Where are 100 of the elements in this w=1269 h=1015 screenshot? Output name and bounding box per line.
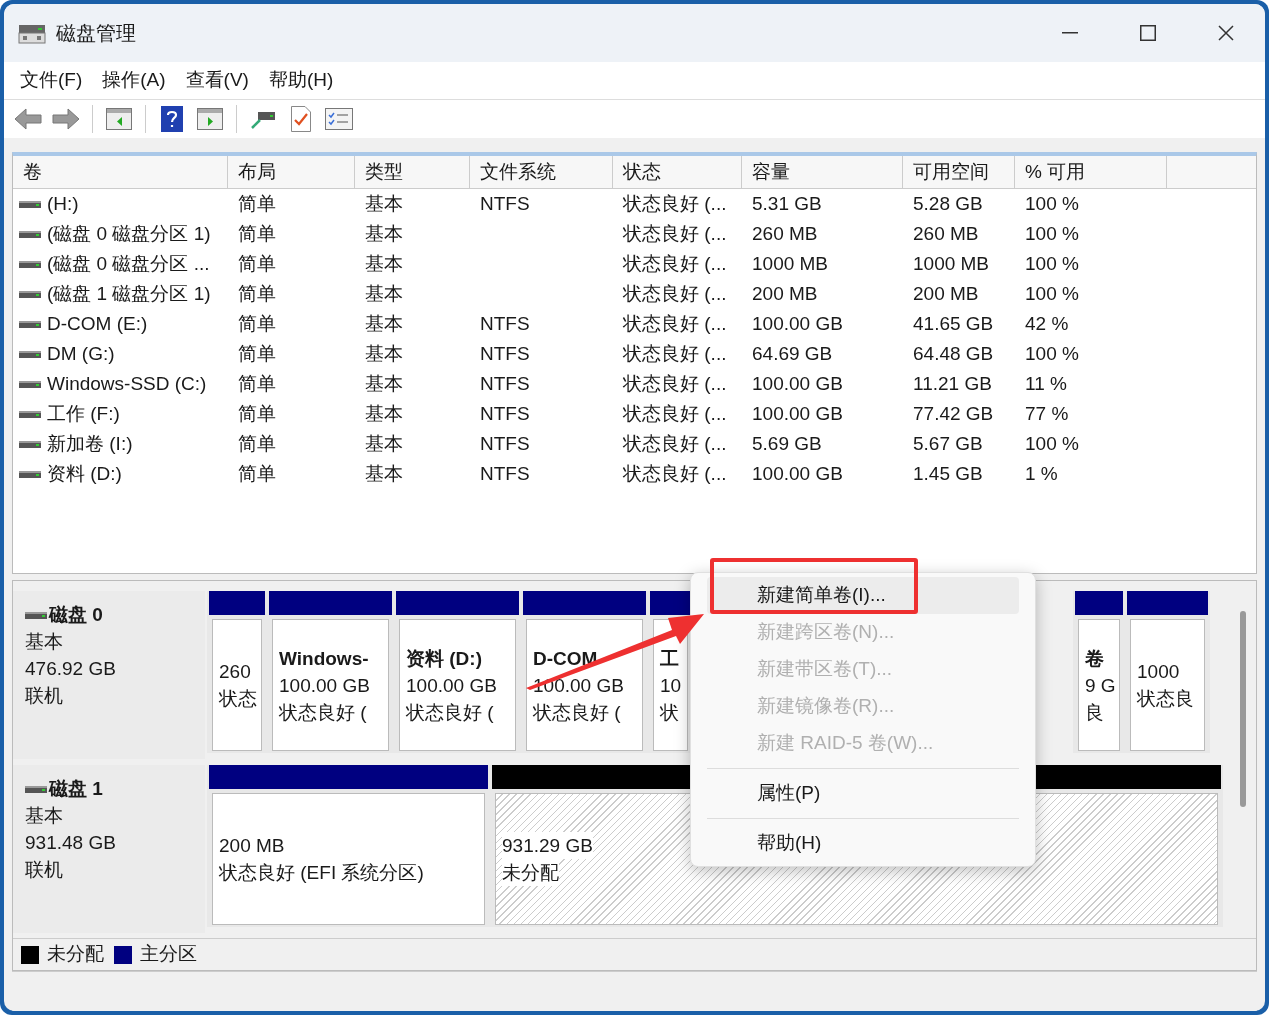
table-cell-text: 基本 (365, 401, 403, 426)
table-cell-text: 5.67 GB (913, 431, 983, 456)
partition-size: 100.00 GB (279, 673, 370, 698)
table-cell-text: 简单 (238, 461, 276, 486)
table-cell-text: 基本 (365, 281, 403, 306)
partition-name: 卷 (1085, 646, 1104, 671)
table-cell-text: (磁盘 1 磁盘分区 1) (47, 281, 211, 306)
table-cell-text: 100.00 GB (752, 311, 843, 336)
table-cell-text: 100 % (1025, 341, 1079, 366)
partition-name: 工 (660, 646, 679, 671)
table-cell-text: 状态良好 (... (623, 341, 727, 366)
table-cell-text: 资料 (D:) (47, 461, 122, 486)
table-cell-text: 5.31 GB (752, 191, 822, 216)
table-cell-text: 简单 (238, 341, 276, 366)
table-cell-text: NTFS (480, 401, 530, 426)
table-cell-text: 简单 (238, 221, 276, 246)
table-cell-text: 简单 (238, 281, 276, 306)
table-cell-text: 状态良好 (... (623, 461, 727, 486)
partition-size: 260 (219, 660, 251, 684)
table-cell-text: DM (G:) (47, 341, 115, 366)
partition-status: 状 (660, 700, 679, 725)
disk-name: 磁盘 1 (49, 777, 103, 801)
table-cell-text: D-COM (E:) (47, 311, 148, 336)
table-cell-text: 基本 (365, 461, 403, 486)
partition-size: 931.29 GB (502, 832, 593, 859)
partition-name: D-COM (533, 646, 598, 671)
table-cell-text: 64.48 GB (913, 341, 994, 366)
table-cell-text: NTFS (480, 341, 530, 366)
partition-name: Windows- (279, 646, 369, 671)
table-cell-text: 77 % (1025, 401, 1069, 426)
partition-size: 200 MB (219, 834, 285, 858)
table-cell-text: NTFS (480, 371, 530, 396)
table-cell-text: 64.69 GB (752, 341, 833, 366)
table-cell-text: 100 % (1025, 221, 1079, 246)
table-cell-text: 简单 (238, 371, 276, 396)
table-cell-text: NTFS (480, 461, 530, 486)
partition-status: 状态良好 ( (406, 700, 494, 725)
table-cell-text: 5.69 GB (752, 431, 822, 456)
table-cell-text: 1000 MB (752, 251, 829, 276)
partition-status: 状态 (219, 687, 257, 711)
table-cell-text: 260 MB (752, 221, 818, 246)
table-cell-text: 基本 (365, 431, 403, 456)
table-cell-text: 工作 (F:) (47, 401, 120, 426)
table-cell-text: 状态良好 (... (623, 221, 727, 246)
table-cell-text: 11.21 GB (913, 371, 992, 396)
table-cell-text: 状态良好 (... (623, 431, 727, 456)
table-cell-text: 简单 (238, 401, 276, 426)
partition-size: 100.00 GB (406, 673, 497, 698)
table-cell-text: 简单 (238, 251, 276, 276)
table-cell-text: 200 MB (913, 281, 979, 306)
table-cell-text: 1.45 GB (913, 461, 983, 486)
legend-label: 未分配 (47, 942, 104, 967)
partition-size: 10 (660, 673, 682, 698)
table-cell-text: 11 % (1025, 371, 1067, 396)
disk-type: 基本 (25, 630, 64, 654)
table-cell-text: 200 MB (752, 281, 818, 306)
table-cell-text: 简单 (238, 311, 276, 336)
table-cell-text: NTFS (480, 191, 530, 216)
table-cell-text: 基本 (365, 371, 403, 396)
disk-size: 476.92 GB (25, 657, 117, 681)
table-cell-text: (磁盘 0 磁盘分区 ... (47, 251, 210, 276)
table-cell-text: 100.00 GB (752, 371, 843, 396)
table-cell-text: 简单 (238, 431, 276, 456)
table-cell-text: 基本 (365, 221, 403, 246)
disk-name: 磁盘 0 (49, 603, 103, 627)
partition-status: 状态良好 ( (533, 700, 621, 725)
table-cell-text: 100.00 GB (752, 401, 843, 426)
table-cell-text: 41.65 GB (913, 311, 994, 336)
table-cell-text: NTFS (480, 311, 530, 336)
table-cell-text: 100 % (1025, 251, 1079, 276)
partition-size: 1000 (1137, 660, 1180, 684)
disk-status: 联机 (25, 858, 64, 882)
table-cell-text: 状态良好 (... (623, 371, 727, 396)
table-cell-text: Windows-SSD (C:) (47, 371, 207, 396)
table-cell-text: 基本 (365, 251, 403, 276)
partition-status: 状态良好 ( (279, 700, 367, 725)
table-cell-text: 状态良好 (... (623, 401, 727, 426)
table-cell-text: 100 % (1025, 431, 1079, 456)
table-cell-text: 状态良好 (... (623, 191, 727, 216)
partition-status: 未分配 (502, 859, 559, 886)
table-cell-text: 5.28 GB (913, 191, 983, 216)
legend-label: 主分区 (140, 942, 197, 967)
table-cell-text: 260 MB (913, 221, 979, 246)
partition-size: 9 G (1085, 673, 1116, 698)
table-cell-text: 42 % (1025, 311, 1069, 336)
table-cell-text: 100 % (1025, 191, 1079, 216)
partition-name: 资料 (D:) (406, 646, 482, 671)
table-cell-text: 基本 (365, 341, 403, 366)
disk-status: 联机 (25, 684, 64, 708)
disk-size: 931.48 GB (25, 831, 117, 855)
table-cell-text: 77.42 GB (913, 401, 994, 426)
table-cell-text: 1 % (1025, 461, 1058, 486)
table-cell-text: 状态良好 (... (623, 311, 727, 336)
table-cell-text: 1000 MB (913, 251, 990, 276)
disk-type: 基本 (25, 804, 64, 828)
table-cell-text: 简单 (238, 191, 276, 216)
table-cell-text: 基本 (365, 311, 403, 336)
table-cell-text: 状态良好 (... (623, 251, 727, 276)
table-cell-text: 100 % (1025, 281, 1079, 306)
table-cell-text: NTFS (480, 431, 530, 456)
